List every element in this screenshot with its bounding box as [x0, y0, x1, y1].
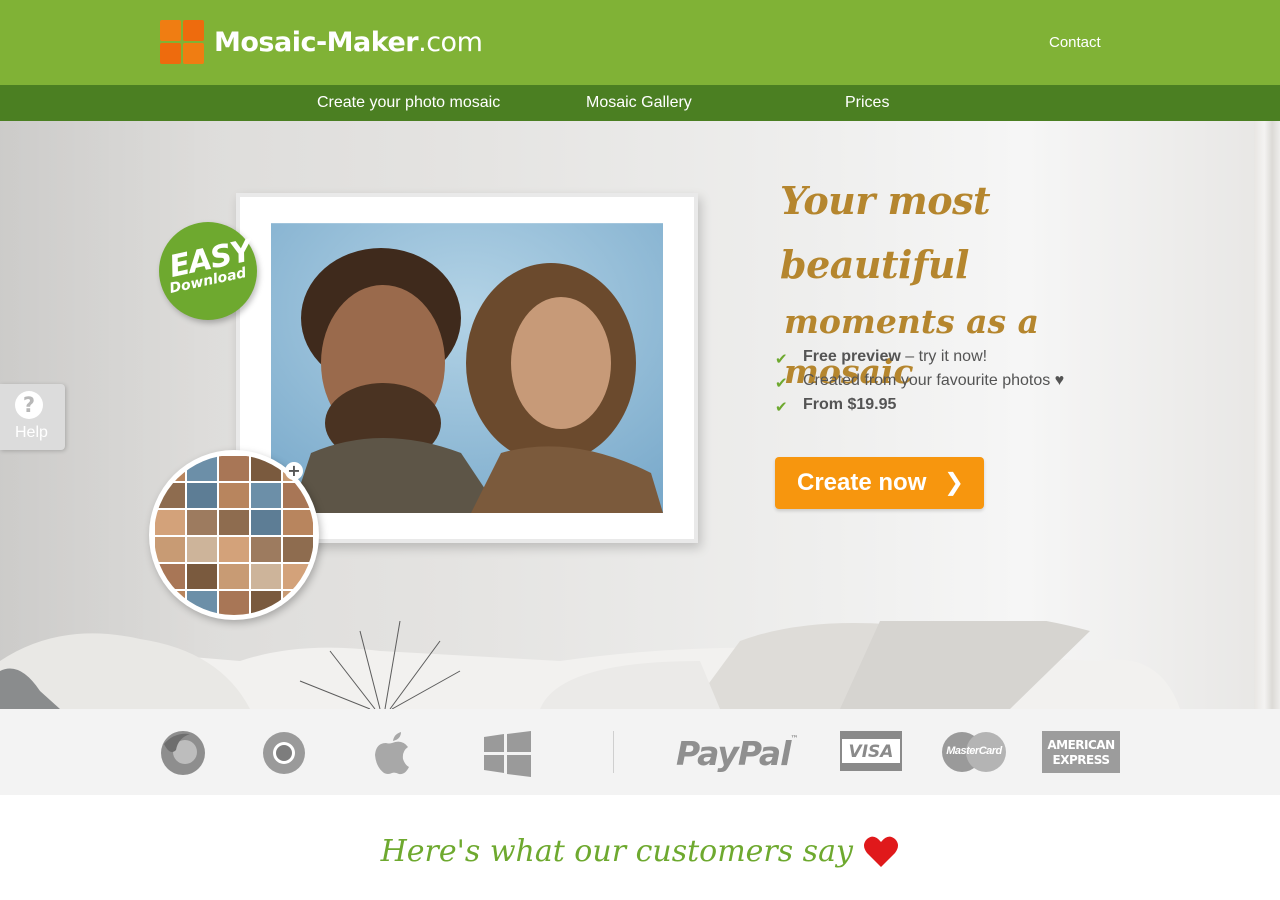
check-icon: ✔	[775, 398, 788, 416]
trust-logos-strip: PayPal™ VISA MasterCard AMERICAN EXPRESS	[0, 709, 1280, 795]
sofa-decoration	[0, 621, 1180, 709]
feature-text: – try it now!	[900, 348, 988, 365]
paypal-tm: ™	[790, 734, 799, 743]
help-tab[interactable]: ? Help	[0, 384, 65, 450]
logos-divider	[613, 731, 614, 773]
nav-item-prices[interactable]: Prices	[845, 94, 889, 112]
heart-icon	[864, 836, 899, 867]
amex-logo: AMERICAN EXPRESS	[1042, 731, 1120, 773]
site-header: Mosaic-Maker.com Contact	[0, 0, 1280, 85]
paypal-logo: PayPal™	[676, 734, 799, 773]
help-label: Help	[15, 424, 48, 441]
chrome-icon	[263, 732, 305, 774]
chevron-right-icon: ❯	[944, 469, 965, 496]
testimonials-title: Here's what our customers say	[380, 834, 853, 869]
main-nav: Create your photo mosaic Mosaic Gallery …	[0, 85, 1280, 121]
contact-link[interactable]: Contact	[1049, 34, 1101, 51]
windows-icon	[484, 731, 531, 777]
create-now-button[interactable]: Create now ❯	[775, 457, 984, 509]
zoom-plus-icon[interactable]: +	[285, 462, 303, 480]
feature-bold: Free preview	[803, 348, 901, 365]
help-question-icon: ?	[15, 391, 43, 419]
amex-text-line2: EXPRESS	[1052, 753, 1110, 767]
apple-icon	[375, 732, 409, 775]
feature-item: ✔ Created from your favourite photos ♥	[775, 371, 1064, 395]
feature-item: ✔ From $19.95	[775, 395, 1064, 419]
logo-brand: Mosaic-Maker	[214, 26, 419, 58]
create-now-label: Create now	[797, 469, 927, 496]
mosaic-zoom-preview[interactable]: +	[149, 450, 319, 620]
feature-item: ✔ Free preview – try it now!	[775, 347, 1064, 371]
hero-section: EASY Download ? Help + Your most beautif…	[0, 121, 1280, 709]
logo-mark-icon	[160, 20, 204, 64]
mastercard-text: MasterCard	[946, 745, 1002, 757]
visa-text: VISA	[848, 742, 894, 762]
amex-text-line1: AMERICAN	[1047, 738, 1115, 752]
easy-download-badge: EASY Download	[159, 222, 257, 320]
check-icon: ✔	[775, 350, 788, 368]
logo-tld: .com	[418, 26, 483, 58]
logo-text: Mosaic-Maker.com	[214, 26, 483, 58]
mastercard-logo: MasterCard	[942, 732, 1006, 772]
feature-text: Created from your favourite photos ♥	[803, 372, 1065, 389]
paypal-text: PayPal	[676, 734, 791, 773]
mosaic-photo	[271, 223, 663, 513]
testimonials-heading: Here's what our customers say	[0, 834, 1280, 869]
nav-item-create-mosaic[interactable]: Create your photo mosaic	[317, 94, 500, 112]
check-icon: ✔	[775, 374, 788, 392]
firefox-icon	[161, 731, 205, 775]
site-logo[interactable]: Mosaic-Maker.com	[160, 20, 483, 64]
feature-bold: From $19.95	[803, 396, 897, 413]
visa-logo: VISA	[840, 731, 902, 771]
nav-item-mosaic-gallery[interactable]: Mosaic Gallery	[586, 94, 692, 112]
headline-line1: Your most beautiful	[780, 178, 991, 287]
feature-list: ✔ Free preview – try it now! ✔ Created fro…	[775, 347, 1064, 419]
